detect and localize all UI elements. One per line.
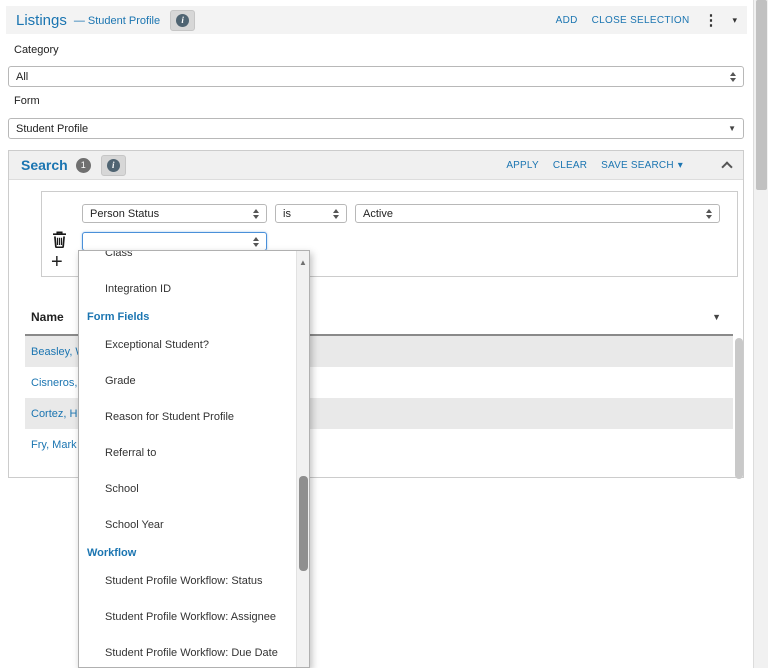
search-title: Search <box>21 157 68 173</box>
trash-icon <box>53 231 66 249</box>
search-panel-header-right: APPLY CLEAR SAVE SEARCH ▾ <box>506 160 733 173</box>
dropdown-option[interactable]: Class <box>79 251 296 271</box>
save-search-button[interactable]: SAVE SEARCH ▾ <box>601 160 683 171</box>
student-name-link[interactable]: Cortez, Ha <box>31 408 84 420</box>
scroll-up-arrow-icon[interactable]: ▲ <box>297 258 309 267</box>
dropdown-option[interactable]: Exceptional Student? <box>79 327 296 363</box>
condition-operator-select[interactable]: is <box>275 204 347 223</box>
table-scrollbar-thumb[interactable] <box>735 338 743 479</box>
dropdown-option[interactable]: Student Profile Workflow: Assignee <box>79 599 296 635</box>
dropdown-option[interactable]: Referral to <box>79 435 296 471</box>
category-select-value: All <box>16 70 29 83</box>
column-menu-caret-icon[interactable]: ▼ <box>712 312 721 322</box>
student-name-link[interactable]: Fry, Mark <box>31 439 77 451</box>
condition-field-select[interactable]: Person Status <box>82 204 267 223</box>
dropdown-group-header: Form Fields <box>87 311 150 323</box>
caret-down-icon: ▼ <box>728 124 736 133</box>
kebab-menu-icon[interactable]: ⋮ <box>703 13 718 28</box>
updown-arrows-icon <box>253 208 259 219</box>
dropdown-option[interactable]: Student Profile Workflow: Due Date <box>79 635 296 667</box>
close-selection-button[interactable]: CLOSE SELECTION <box>592 15 690 26</box>
chevron-down-icon[interactable]: ▾ <box>732 15 737 26</box>
condition-field-value: Person Status <box>90 207 160 220</box>
clear-button[interactable]: CLEAR <box>553 160 587 171</box>
info-icon: i <box>176 13 190 27</box>
listings-header-bar: Listings — Student Profile i ADD CLOSE S… <box>6 6 747 34</box>
category-select[interactable]: All <box>8 66 744 87</box>
listings-header-actions: ADD CLOSE SELECTION ⋮ ▾ <box>556 13 737 28</box>
updown-arrows-icon <box>253 236 259 247</box>
collapse-panel-chevron-up-icon[interactable] <box>721 160 733 173</box>
updown-arrows-icon <box>730 71 736 82</box>
add-condition-button[interactable]: + <box>51 252 63 272</box>
dropdown-option[interactable]: Integration ID <box>79 271 296 307</box>
add-button[interactable]: ADD <box>556 15 578 26</box>
page-scrollbar[interactable] <box>753 0 768 668</box>
page-scrollbar-thumb[interactable] <box>756 0 767 190</box>
condition-value-value: Active <box>363 207 393 220</box>
category-label: Category <box>14 44 59 56</box>
search-panel-header-left: Search 1 i <box>21 154 126 176</box>
caret-down-icon: ▾ <box>677 159 683 171</box>
dropdown-scrollbar-thumb[interactable] <box>299 476 308 571</box>
field-dropdown-list: Class Integration ID Form Fields Excepti… <box>78 250 310 668</box>
listings-header-left: Listings — Student Profile i <box>16 9 196 31</box>
delete-condition-button[interactable] <box>52 231 67 253</box>
dropdown-group-header: Workflow <box>87 547 137 559</box>
form-select-value: Student Profile <box>16 122 89 135</box>
save-search-label: SAVE SEARCH <box>601 159 674 171</box>
dropdown-option[interactable]: School <box>79 471 296 507</box>
condition-value-select[interactable]: Active <box>355 204 720 223</box>
new-condition-field-select[interactable] <box>82 232 267 251</box>
updown-arrows-icon <box>333 208 339 219</box>
apply-button[interactable]: APPLY <box>506 160 539 171</box>
search-count-badge: 1 <box>75 157 91 173</box>
form-label: Form <box>14 95 40 107</box>
dropdown-option[interactable]: School Year <box>79 507 296 543</box>
page-title: Listings <box>16 11 67 29</box>
page-subtitle: — Student Profile <box>73 15 161 27</box>
info-icon: i <box>106 158 120 172</box>
dropdown-scrollbar[interactable]: ▲ <box>296 251 309 667</box>
search-info-button[interactable]: i <box>100 154 126 176</box>
dropdown-option[interactable]: Reason for Student Profile <box>79 399 296 435</box>
updown-arrows-icon <box>706 208 712 219</box>
listings-info-button[interactable]: i <box>170 9 196 31</box>
form-select[interactable]: Student Profile ▼ <box>8 118 744 139</box>
condition-operator-value: is <box>283 207 291 220</box>
field-dropdown-items: Class Integration ID Form Fields Excepti… <box>79 251 296 667</box>
dropdown-option[interactable]: Student Profile Workflow: Status <box>79 563 296 599</box>
name-column-header: Name <box>31 309 64 324</box>
search-panel-header: Search 1 i APPLY CLEAR SAVE SEARCH ▾ <box>9 151 743 180</box>
dropdown-option[interactable]: Grade <box>79 363 296 399</box>
